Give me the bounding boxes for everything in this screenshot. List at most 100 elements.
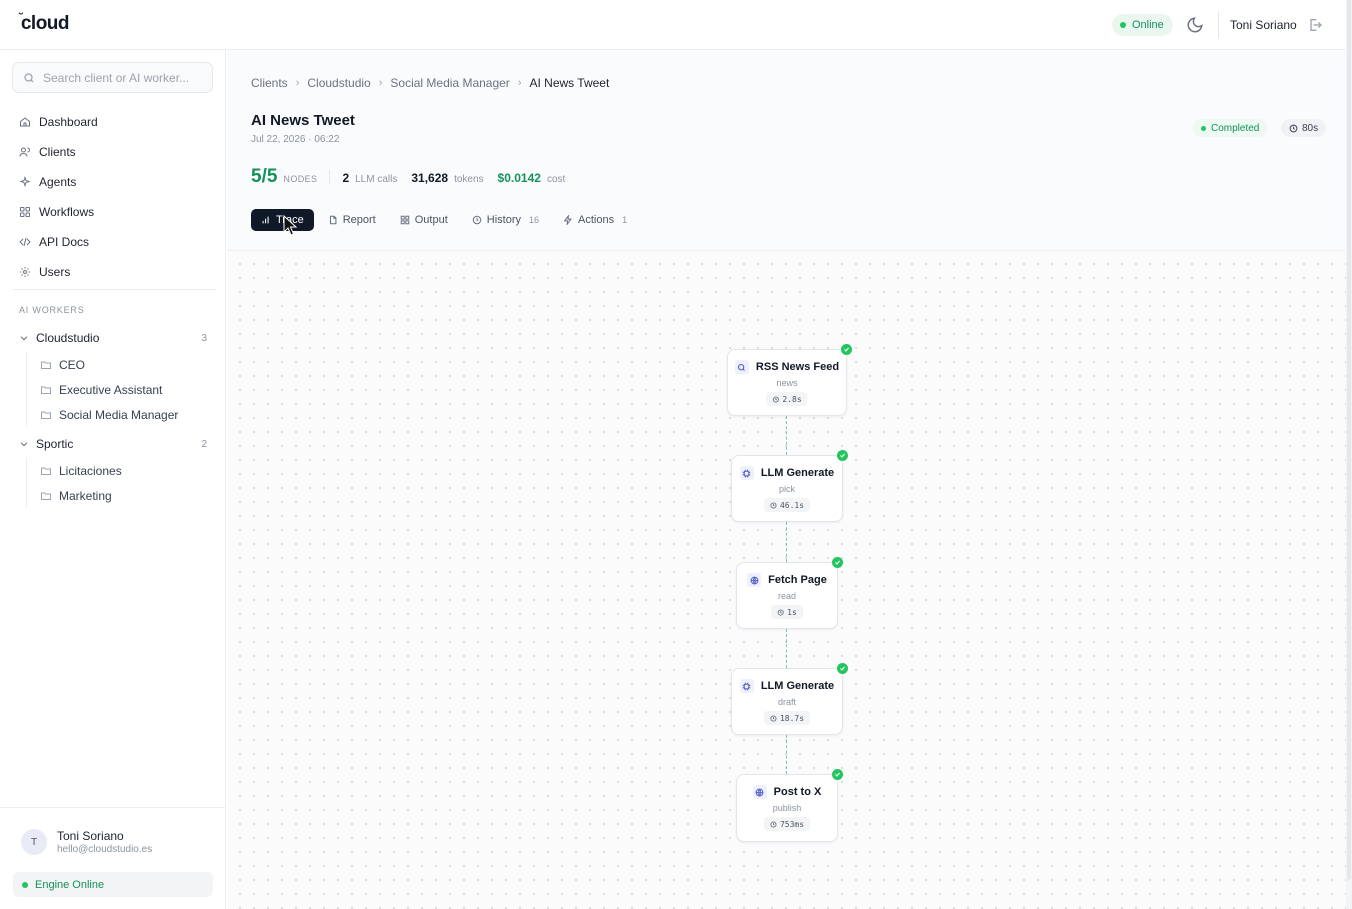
nav-label: Users [39, 265, 71, 279]
users-icon [19, 147, 30, 157]
node-duration-label: 18.7s [779, 713, 805, 723]
node-duration: 46.1s [763, 498, 811, 512]
tab-count-badge: 16 [529, 215, 540, 225]
clock-icon [1289, 124, 1298, 132]
check-icon [837, 450, 848, 461]
nav-item-users[interactable]: Users [12, 257, 214, 287]
tree-group-sportic[interactable]: Sportic 2 [12, 433, 214, 455]
nav-item-api-docs[interactable]: API Docs [12, 227, 214, 257]
chevron-down-icon[interactable] [19, 333, 29, 343]
sidebar-footer: T Toni Soriano hello@cloudstudio.es Engi… [0, 807, 226, 909]
tree-leaf-ceo[interactable]: CEO [40, 352, 214, 377]
chevron-down-icon[interactable] [19, 439, 29, 449]
sidebar-user-name: Toni Soriano [57, 829, 124, 843]
node-duration: 753ms [763, 817, 811, 831]
nav-item-dashboard[interactable]: Dashboard [12, 107, 214, 137]
cost-label: cost [546, 174, 566, 185]
trace-canvas[interactable]: RSS News Feed news 2.8s LLM Generate pic… [227, 250, 1346, 909]
header-user-name[interactable]: Toni Soriano [1230, 18, 1297, 32]
nav-item-clients[interactable]: Clients [12, 137, 214, 167]
node-title: RSS News Feed [728, 360, 846, 374]
run-tabs: Trace Report Output History 16 Actions 1 [251, 209, 637, 231]
online-status-label: Online [1132, 19, 1164, 31]
tab-history[interactable]: History 16 [462, 209, 549, 231]
tab-output[interactable]: Output [390, 209, 458, 231]
clock-icon [770, 501, 777, 509]
trace-node[interactable]: LLM Generate draft 18.7s [731, 663, 848, 735]
node-icon [747, 573, 762, 587]
trace-node[interactable]: Fetch Page read 1s [736, 557, 843, 629]
cpu-icon [743, 469, 751, 477]
cpu-icon [743, 682, 751, 690]
check-icon [837, 663, 848, 674]
trace-edge [786, 735, 787, 774]
avatar[interactable]: T [21, 829, 47, 855]
tokens-value: 31,628 [411, 171, 449, 185]
tab-actions[interactable]: Actions 1 [553, 209, 637, 231]
trace-node[interactable]: LLM Generate pick 46.1s [731, 450, 848, 522]
engine-status-label: Engine Online [35, 878, 105, 891]
tree-leaf-executive-assistant[interactable]: Executive Assistant [40, 377, 214, 402]
tree-leaf-marketing[interactable]: Marketing [40, 483, 214, 508]
breadcrumb-clients[interactable]: Clients [251, 76, 288, 90]
section-title-ai-workers: AI WORKERS [19, 305, 85, 315]
moon-icon[interactable] [1186, 16, 1204, 34]
tree-leaf-social-media-manager[interactable]: Social Media Manager [40, 402, 214, 427]
tree-group-label: Cloudstudio [36, 331, 100, 345]
run-stats: 5/5 NODES 2 LLM calls 31,628 tokens $0.0… [251, 166, 573, 188]
node-icon [739, 679, 754, 693]
node-icon [752, 785, 767, 799]
logo-text: cloud [20, 13, 70, 34]
folder-icon [41, 386, 51, 394]
tab-report[interactable]: Report [318, 209, 386, 231]
app-logo[interactable]: ˘cloud [19, 10, 70, 35]
clock-icon [772, 395, 779, 403]
breadcrumb-current: AI News Tweet [529, 76, 610, 90]
node-subtitle: pick [778, 484, 795, 494]
node-title-label: RSS News Feed [755, 361, 840, 373]
node-duration: 1s [771, 605, 803, 619]
breadcrumb-cloudstudio[interactable]: Cloudstudio [307, 76, 370, 90]
chart-icon [262, 216, 269, 224]
globe-icon [750, 576, 759, 584]
logout-icon[interactable] [1307, 17, 1323, 33]
trace-node[interactable]: Post to X publish 753ms [736, 769, 843, 842]
sidebar-divider [12, 289, 216, 290]
search-input[interactable] [43, 70, 203, 85]
node-duration-label: 2.8s [782, 394, 802, 404]
node-icon [734, 360, 749, 374]
chevron-right-icon: › [517, 77, 522, 89]
sparkle-icon [19, 176, 31, 188]
tree-leaf-licitaciones[interactable]: Licitaciones [40, 458, 214, 483]
trace-edge [786, 629, 787, 668]
node-subtitle: read [777, 591, 796, 601]
status-dot-icon [22, 881, 28, 888]
trace-edge [786, 522, 787, 562]
node-duration-label: 1s [787, 607, 797, 617]
clock-icon [472, 215, 482, 225]
node-duration-label: 46.1s [779, 500, 805, 510]
tree-leaf-label: Marketing [59, 488, 112, 503]
tokens-label: tokens [454, 174, 484, 185]
scrollbar-thumb[interactable] [1347, 0, 1351, 880]
nav-item-agents[interactable]: Agents [12, 167, 214, 197]
page-scrollbar[interactable] [1346, 0, 1352, 909]
trace-node[interactable]: RSS News Feed news 2.8s [727, 344, 852, 416]
check-icon [841, 344, 852, 355]
node-title: LLM Generate [732, 679, 842, 693]
node-duration-label: 753ms [779, 819, 805, 829]
status-badge: Completed [1193, 119, 1268, 137]
breadcrumb-social-media-manager[interactable]: Social Media Manager [390, 76, 509, 90]
search-box[interactable] [12, 62, 213, 93]
stats-divider [329, 170, 331, 184]
mouse-cursor-icon [283, 215, 297, 236]
nav-item-workflows[interactable]: Workflows [12, 197, 214, 227]
clock-icon [770, 820, 777, 828]
tab-label: History [486, 214, 522, 226]
tree-group-cloudstudio[interactable]: Cloudstudio 3 [12, 327, 214, 349]
trace-edge [786, 416, 787, 455]
nav-label: Clients [39, 145, 76, 159]
node-title-label: Post to X [773, 786, 822, 798]
clock-icon [777, 608, 784, 616]
bolt-icon [563, 215, 572, 225]
